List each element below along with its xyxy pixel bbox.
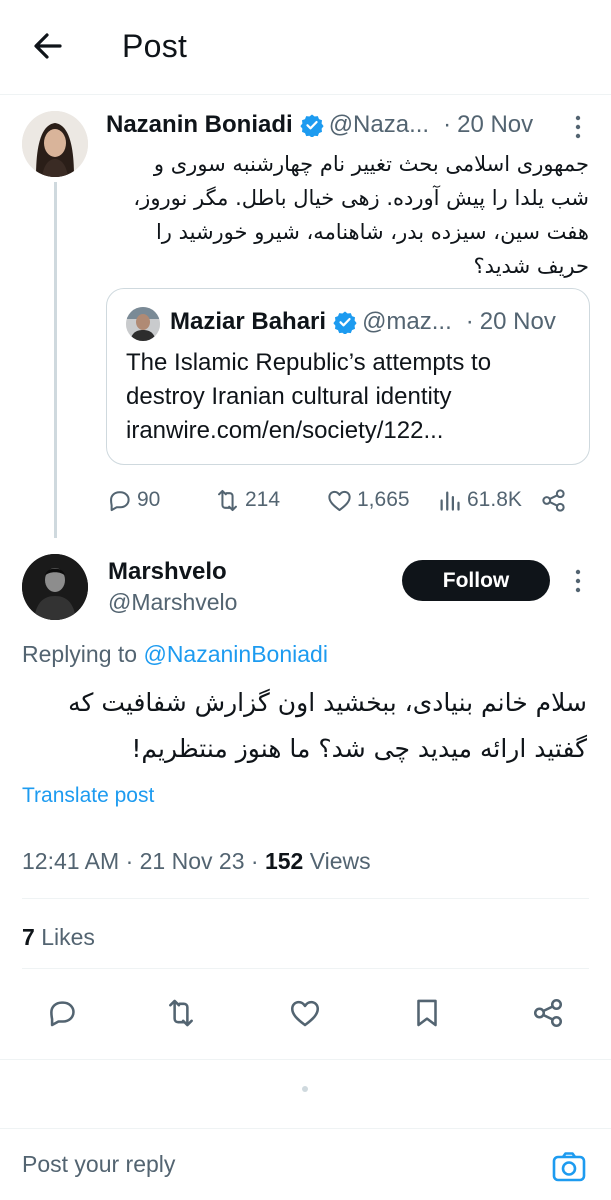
reply-tweet-text: سلام خانم بنیادی، ببخشید اون گزارش شفافی… xyxy=(68,680,587,772)
divider xyxy=(22,898,589,899)
reply-button[interactable]: 90 xyxy=(106,482,160,518)
divider xyxy=(22,968,589,969)
author-name[interactable]: Nazanin Boniadi xyxy=(106,111,293,139)
text-line: شب یلدا را پیش آورده. زهی خیال باطل. مگر… xyxy=(133,186,589,210)
tweet-action-bar: 90 214 1,665 61.8K xyxy=(106,482,576,518)
verified-badge-icon xyxy=(333,311,357,334)
tweet-date[interactable]: 20 Nov xyxy=(457,111,533,139)
more-options-icon[interactable] xyxy=(570,566,586,596)
heart-icon xyxy=(328,490,351,511)
replying-to-label: Replying to xyxy=(22,641,144,667)
likes-summary[interactable]: 7 Likes xyxy=(22,924,95,951)
share-button[interactable] xyxy=(540,482,571,518)
separator-dot: · xyxy=(125,848,134,874)
text-line: جمهوری اسلامی بحث تغییر نام چهارشنبه سور… xyxy=(153,152,589,176)
reply-input[interactable] xyxy=(22,1151,522,1178)
quoted-tweet-text: The Islamic Republic’s attempts to destr… xyxy=(126,346,491,448)
divider xyxy=(0,94,611,95)
text-line: هفت سین، سیزده بدر، شاهنامه، شیرو خورشید… xyxy=(155,220,589,244)
repost-button[interactable]: 214 xyxy=(214,482,280,518)
quoted-tweet-date: 20 Nov xyxy=(479,308,556,335)
original-tweet-text: جمهوری اسلامی بحث تغییر نام چهارشنبه سور… xyxy=(133,147,589,283)
reply-count: 90 xyxy=(137,488,161,511)
mention-link[interactable]: @NazaninBoniadi xyxy=(143,641,327,667)
avatar-portrait-icon xyxy=(22,554,88,620)
more-options-icon[interactable] xyxy=(570,112,586,142)
text-line: The Islamic Republic’s attempts to xyxy=(126,349,492,376)
reply-author-handle[interactable]: @Marshvelo xyxy=(108,589,237,616)
verified-badge-icon xyxy=(300,114,324,137)
follow-button[interactable]: Follow xyxy=(402,560,550,601)
avatar-portrait-icon xyxy=(22,111,88,177)
text-line: حریف شدید؟ xyxy=(473,254,589,278)
translate-post-link[interactable]: Translate post xyxy=(22,784,154,808)
text-line: سلام خانم بنیادی، ببخشید اون گزارش شفافی… xyxy=(68,688,587,717)
quoted-author-handle: @maz... xyxy=(362,308,452,335)
repost-icon xyxy=(218,489,237,511)
loading-dot xyxy=(302,1086,308,1092)
thread-line xyxy=(54,182,57,538)
camera-icon[interactable] xyxy=(550,1148,588,1186)
avatar-maziar-bahari[interactable] xyxy=(126,307,160,341)
separator-dot: · xyxy=(465,308,474,335)
like-count: 1,665 xyxy=(357,488,410,511)
views-number: 152 xyxy=(264,848,304,874)
back-arrow-icon[interactable] xyxy=(28,26,68,66)
quoted-author-name: Maziar Bahari xyxy=(170,308,327,335)
page-title: Post xyxy=(122,28,188,64)
views-button[interactable]: 61.8K xyxy=(436,482,522,518)
separator-dot: · xyxy=(250,848,259,874)
post-date[interactable]: 21 Nov 23 xyxy=(140,848,245,874)
text-line: گفتید ارائه میدید چی شد؟ ما هنوز منتظریم… xyxy=(131,734,587,763)
likes-label: Likes xyxy=(41,924,95,950)
post-timestamp-line: 12:41 AM · 21 Nov 23 · 152 Views xyxy=(22,848,371,875)
avatar-marshvelo[interactable] xyxy=(22,554,88,620)
heart-icon[interactable] xyxy=(288,996,322,1030)
top-bar: Post xyxy=(0,0,611,95)
share-icon xyxy=(542,488,565,512)
quoted-tweet-header: Maziar Bahari @maz... · 20 Nov xyxy=(170,307,556,337)
repost-icon[interactable] xyxy=(164,996,198,1030)
text-line: destroy Iranian cultural identity xyxy=(126,383,452,410)
quoted-link[interactable]: iranwire.com/en/society/122... xyxy=(126,414,491,448)
reply-icon[interactable] xyxy=(45,996,79,1030)
views-label: Views xyxy=(309,848,371,874)
separator-dot: · xyxy=(443,111,452,138)
views-chart-icon xyxy=(440,491,460,511)
author-handle[interactable]: @Naza... xyxy=(329,111,429,139)
reply-icon xyxy=(110,490,130,511)
repost-count: 214 xyxy=(245,488,281,511)
post-action-bar xyxy=(0,994,611,1038)
original-tweet-header: Nazanin Boniadi @Naza... · 20 Nov xyxy=(106,108,596,142)
like-button[interactable]: 1,665 xyxy=(326,482,410,518)
divider xyxy=(0,1128,611,1129)
reply-author-name[interactable]: Marshvelo xyxy=(108,558,227,586)
avatar-nazanin-boniadi[interactable] xyxy=(22,111,88,177)
replying-to-line: Replying to @NazaninBoniadi xyxy=(22,641,328,668)
views-count: 61.8K xyxy=(467,488,522,511)
post-time[interactable]: 12:41 AM xyxy=(22,848,119,874)
avatar-portrait-icon xyxy=(126,307,160,341)
divider xyxy=(0,1059,611,1060)
bookmark-icon[interactable] xyxy=(410,996,444,1030)
share-icon[interactable] xyxy=(531,996,565,1030)
likes-number: 7 xyxy=(22,924,35,950)
